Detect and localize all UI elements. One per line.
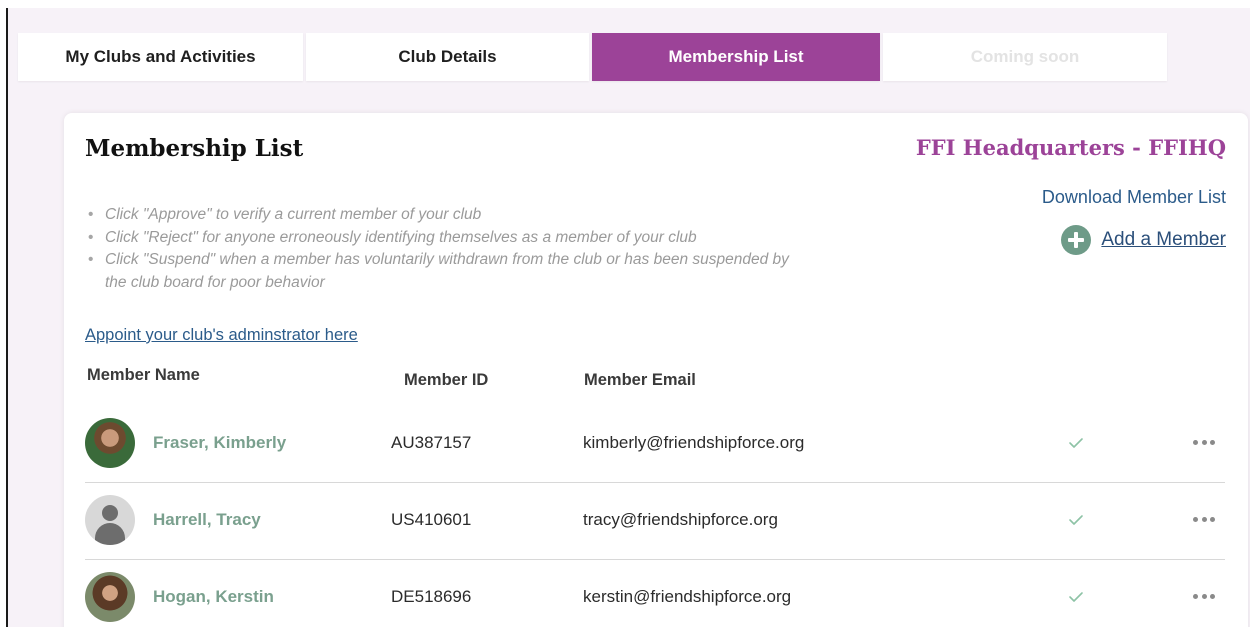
tab-club-details[interactable]: Club Details: [306, 33, 589, 81]
column-header-email: Member Email: [584, 371, 696, 389]
avatar: [85, 571, 135, 622]
add-member-label: Add a Member: [1101, 229, 1226, 250]
member-id: DE518696: [391, 586, 472, 606]
instruction-approve: Click "Approve" to verify a current memb…: [88, 204, 808, 227]
member-id: US410601: [391, 509, 472, 529]
plus-circle-icon: [1061, 225, 1092, 255]
avatar: [85, 417, 135, 468]
download-member-list-link[interactable]: Download Member List: [1042, 187, 1226, 208]
table-row: Fraser, Kimberly AU387157 kimberly@frien…: [85, 404, 1225, 481]
check-icon[interactable]: [1068, 436, 1084, 450]
table-row: Hogan, Kerstin DE518696 kerstin@friendsh…: [85, 558, 1225, 627]
page-background: My Clubs and Activities Club Details Mem…: [8, 8, 1250, 627]
tab-coming-soon: Coming soon: [883, 33, 1167, 81]
appoint-administrator-link[interactable]: Appoint your club's adminstrator here: [85, 326, 358, 345]
member-email: kimberly@friendshipforce.org: [583, 432, 805, 452]
column-header-id: Member ID: [404, 371, 489, 389]
tab-my-clubs[interactable]: My Clubs and Activities: [18, 33, 303, 81]
member-email: kerstin@friendshipforce.org: [583, 586, 792, 606]
membership-card: Membership List FFI Headquarters - FFIHQ…: [64, 113, 1248, 627]
window-top-edge: [0, 0, 1250, 8]
more-horizontal-icon[interactable]: [1193, 439, 1215, 447]
member-id: AU387157: [391, 432, 472, 452]
check-icon[interactable]: [1068, 513, 1084, 527]
tab-membership-list[interactable]: Membership List: [592, 33, 880, 81]
tab-club-details-label: Club Details: [398, 47, 497, 66]
member-email: tracy@friendshipforce.org: [583, 509, 778, 529]
more-horizontal-icon[interactable]: [1193, 593, 1215, 601]
instruction-reject: Click "Reject" for anyone erroneously id…: [88, 227, 808, 250]
page-title: Membership List: [85, 135, 304, 162]
instruction-suspend: Click "Suspend" when a member has volunt…: [88, 249, 808, 294]
tab-membership-list-label: Membership List: [668, 47, 804, 66]
member-name-link[interactable]: Fraser, Kimberly: [153, 433, 286, 453]
instructions-list: Click "Approve" to verify a current memb…: [88, 204, 808, 294]
member-name-link[interactable]: Hogan, Kerstin: [153, 587, 274, 607]
member-name-link[interactable]: Harrell, Tracy: [153, 510, 261, 530]
tab-my-clubs-label: My Clubs and Activities: [65, 47, 256, 66]
add-member-button[interactable]: Add a Member: [1061, 225, 1226, 255]
club-name: FFI Headquarters - FFIHQ: [915, 135, 1226, 160]
tab-bar: My Clubs and Activities Club Details Mem…: [18, 33, 1170, 81]
column-header-name: Member Name: [87, 366, 200, 384]
table-row: Harrell, Tracy US410601 tracy@friendship…: [85, 481, 1225, 558]
person-icon: [85, 494, 135, 545]
check-icon[interactable]: [1068, 590, 1084, 604]
tab-coming-soon-label: Coming soon: [970, 47, 1080, 66]
more-horizontal-icon[interactable]: [1193, 516, 1215, 524]
